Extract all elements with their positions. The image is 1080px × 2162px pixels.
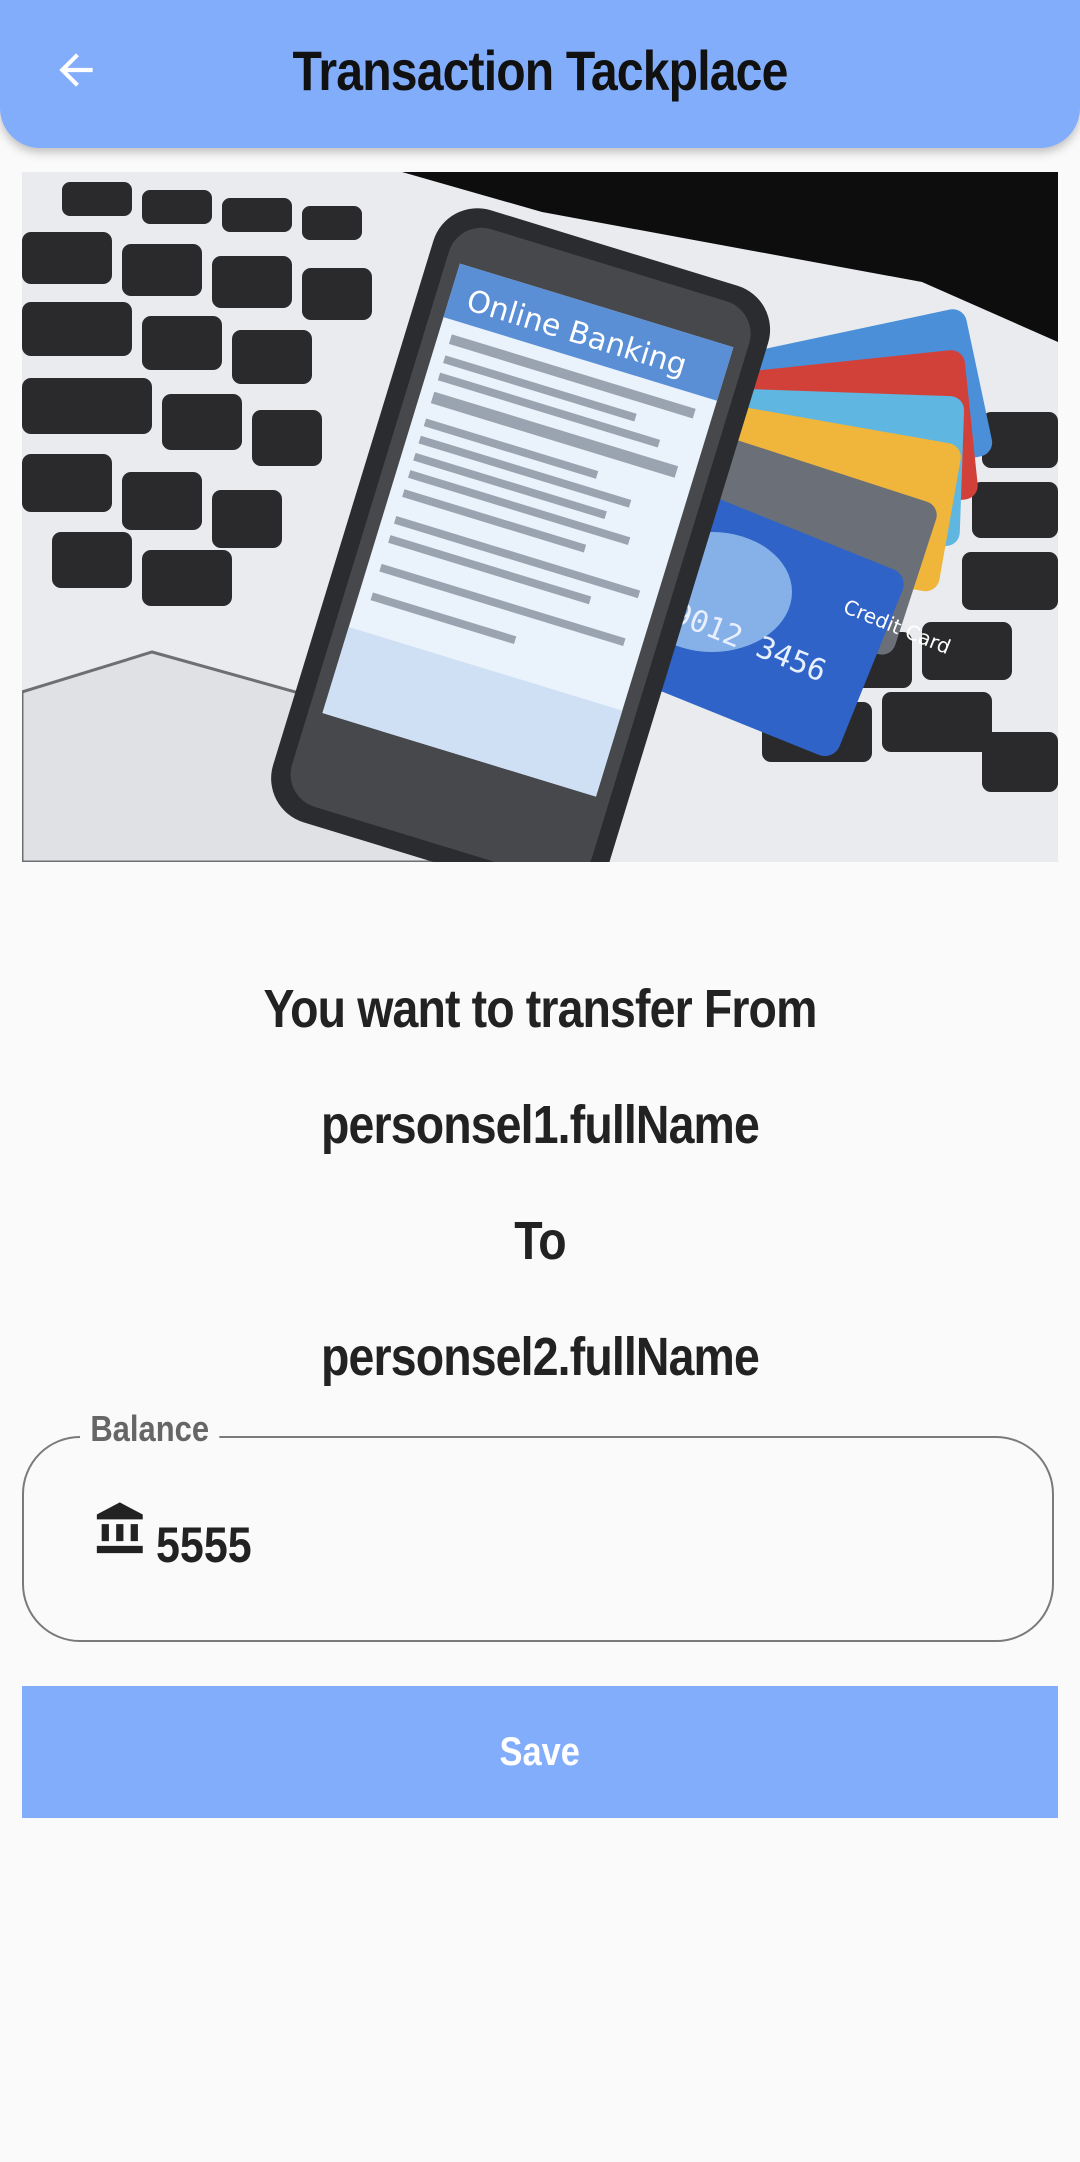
balance-value[interactable]: 5555 xyxy=(156,1516,252,1574)
to-label: To xyxy=(514,1211,566,1271)
bank-icon xyxy=(96,1502,143,1554)
transfer-prompt: You want to transfer From xyxy=(263,979,817,1039)
save-button[interactable]: Save xyxy=(22,1686,1058,1818)
hero-image: 78 9012 3456 Credit Card Online Banking xyxy=(22,172,1058,862)
page-title: Transaction Tackplace xyxy=(292,39,789,102)
save-button-label: Save xyxy=(499,1729,581,1774)
app-bar: Transaction Tackplace xyxy=(0,0,1080,148)
balance-label: Balance xyxy=(80,1408,220,1450)
balance-field[interactable]: Balance 5555 xyxy=(22,1408,1054,1642)
to-name: personsel2.fullName xyxy=(321,1327,760,1387)
from-name: personsel1.fullName xyxy=(321,1095,760,1155)
